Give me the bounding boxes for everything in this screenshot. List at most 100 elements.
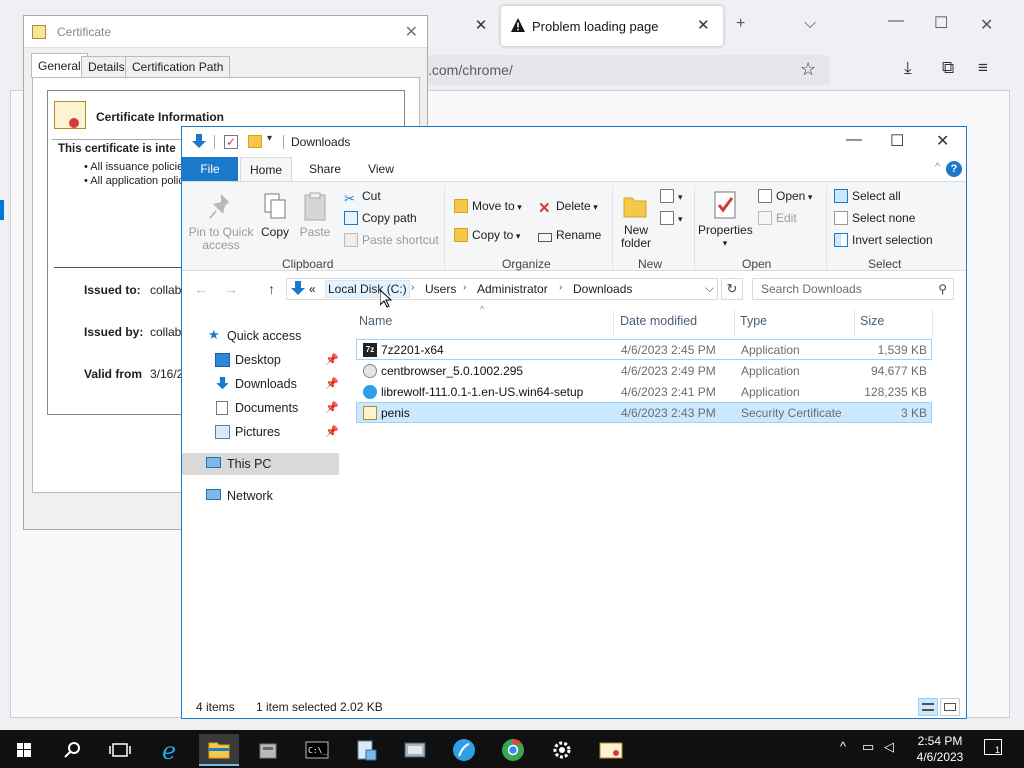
file-row[interactable]: librewolf-111.0.1-1.en-US.win64-setup 4/… xyxy=(356,381,932,402)
tab-list-chevron-icon[interactable]: ⌵ xyxy=(804,15,816,33)
system-clock[interactable]: 2:54 PM 4/6/2023 xyxy=(916,733,964,765)
pin-icon[interactable]: 📌 xyxy=(325,373,339,395)
breadcrumb-users[interactable]: Users xyxy=(425,282,456,296)
customize-toolbar-icon[interactable]: ▾ xyxy=(267,133,272,144)
move-to-button[interactable]: Move to xyxy=(454,198,522,214)
taskbar-notepad[interactable] xyxy=(346,734,386,766)
forward-arrow-icon[interactable]: → xyxy=(224,281,238,297)
column-header-name[interactable]: Name xyxy=(359,314,392,328)
help-icon[interactable]: ? xyxy=(946,161,962,177)
pin-icon[interactable]: 📌 xyxy=(325,397,339,419)
up-arrow-icon[interactable]: ↑ xyxy=(268,281,275,297)
copy-to-button[interactable]: Copy to xyxy=(454,227,520,243)
close-icon[interactable]: ✕ xyxy=(936,131,949,151)
file-row[interactable]: 7z 7z2201-x64 4/6/2023 2:45 PM Applicati… xyxy=(356,339,932,360)
tab-share[interactable]: Share xyxy=(300,157,350,181)
select-none-button[interactable]: Select none xyxy=(834,210,915,226)
downloads-icon[interactable]: ⤓ xyxy=(904,58,912,78)
url-bar[interactable]: .com/chrome/ xyxy=(420,55,830,85)
close-icon[interactable]: ✕ xyxy=(405,22,418,42)
tab-view[interactable]: View xyxy=(358,157,404,181)
delete-button[interactable]: ✕ Delete xyxy=(538,198,598,216)
nav-this-pc[interactable]: This PC xyxy=(182,453,339,475)
open-button[interactable]: Open xyxy=(758,188,812,204)
back-arrow-icon[interactable]: ← xyxy=(194,281,208,297)
tab-file[interactable]: File xyxy=(182,157,238,181)
breadcrumb-downloads[interactable]: Downloads xyxy=(573,282,632,296)
file-row[interactable]: centbrowser_5.0.1002.295 4/6/2023 2:49 P… xyxy=(356,360,932,381)
notification-center-icon[interactable]: 1 xyxy=(984,739,1002,755)
chevron-right-icon[interactable]: › xyxy=(559,282,562,293)
pin-to-quick-access-button[interactable]: Pin to Quick access xyxy=(188,192,254,252)
new-folder-button[interactable]: New folder xyxy=(618,190,652,250)
pin-icon[interactable]: 📌 xyxy=(325,349,339,371)
taskbar-settings[interactable] xyxy=(542,734,582,766)
chevron-down-icon[interactable]: ⌵ xyxy=(705,281,714,296)
taskbar-control-panel[interactable] xyxy=(395,734,435,766)
new-folder-icon[interactable] xyxy=(248,135,262,148)
minimize-icon[interactable]: — xyxy=(846,131,862,149)
large-icons-view-button[interactable] xyxy=(940,698,960,716)
edit-button[interactable]: Edit xyxy=(758,210,797,226)
volume-muted-icon[interactable]: ◁ xyxy=(884,739,894,755)
network-status-icon[interactable]: ▭ xyxy=(862,739,874,755)
chevron-right-icon[interactable]: › xyxy=(411,282,414,293)
new-item-button[interactable]: ▾ xyxy=(660,188,683,204)
taskbar-certificate[interactable] xyxy=(591,734,631,766)
address-overflow[interactable]: « xyxy=(309,282,316,296)
column-header-type[interactable]: Type xyxy=(740,314,767,328)
details-view-button[interactable] xyxy=(918,698,938,716)
taskbar-file-explorer[interactable] xyxy=(199,734,239,766)
nav-desktop[interactable]: Desktop 📌 xyxy=(182,349,339,371)
tab-certification-path[interactable]: Certification Path xyxy=(125,56,231,78)
tab-general[interactable]: General xyxy=(31,53,88,78)
properties-button[interactable]: Properties ▾ xyxy=(698,190,753,250)
nav-quick-access[interactable]: ★ Quick access xyxy=(182,325,339,347)
paste-button[interactable]: Paste xyxy=(298,192,332,239)
minimize-icon[interactable]: — xyxy=(888,12,904,30)
paste-shortcut-button[interactable]: Paste shortcut xyxy=(344,232,439,248)
refresh-button[interactable]: ↻ xyxy=(721,278,743,300)
maximize-icon[interactable]: ☐ xyxy=(934,13,948,33)
menu-icon[interactable]: ≡ xyxy=(978,58,988,78)
close-tab-icon[interactable]: ✕ xyxy=(472,17,490,35)
collapse-ribbon-icon[interactable]: ^ xyxy=(935,161,940,173)
search-input[interactable] xyxy=(761,282,931,296)
taskbar-server-manager[interactable] xyxy=(248,734,288,766)
taskbar-chrome[interactable] xyxy=(493,734,533,766)
address-bar[interactable]: « Local Disk (C:) › Users › Administrato… xyxy=(286,278,718,300)
easy-access-button[interactable]: ▾ xyxy=(660,210,683,226)
taskbar-librewolf[interactable] xyxy=(444,734,484,766)
extensions-icon[interactable]: ⧉ xyxy=(942,58,954,78)
properties-icon[interactable]: ✓ xyxy=(224,135,238,149)
cut-button[interactable]: ✂ Cut xyxy=(344,188,381,206)
show-hidden-icons-icon[interactable]: ^ xyxy=(840,739,846,754)
bookmark-star-icon[interactable]: ☆ xyxy=(800,59,816,80)
file-row-selected[interactable]: penis 4/6/2023 2:43 PM Security Certific… xyxy=(356,402,932,423)
browser-tab-active[interactable]: Problem loading page ✕ xyxy=(501,6,723,46)
column-header-size[interactable]: Size xyxy=(860,314,884,328)
pin-icon[interactable]: 📌 xyxy=(325,421,339,443)
nav-network[interactable]: Network xyxy=(182,485,339,507)
select-all-button[interactable]: Select all xyxy=(834,188,901,204)
breadcrumb-administrator[interactable]: Administrator xyxy=(477,282,548,296)
chevron-right-icon[interactable]: › xyxy=(463,282,466,293)
copy-button[interactable]: Copy xyxy=(258,192,292,239)
search-box[interactable]: ⚲ xyxy=(752,278,954,300)
nav-pictures[interactable]: Pictures 📌 xyxy=(182,421,339,443)
invert-selection-button[interactable]: Invert selection xyxy=(834,232,933,248)
breadcrumb-local-disk[interactable]: Local Disk (C:) xyxy=(325,280,410,298)
maximize-icon[interactable]: ☐ xyxy=(890,131,904,151)
new-tab-icon[interactable]: + xyxy=(736,15,745,33)
close-window-icon[interactable]: ✕ xyxy=(980,15,993,35)
start-button[interactable] xyxy=(4,734,44,766)
nav-downloads[interactable]: Downloads 📌 xyxy=(182,373,339,395)
column-header-date[interactable]: Date modified xyxy=(620,314,697,328)
search-button[interactable] xyxy=(52,734,92,766)
taskbar-command-prompt[interactable]: C:\_ xyxy=(297,734,337,766)
rename-button[interactable]: Rename xyxy=(538,227,601,243)
nav-documents[interactable]: Documents 📌 xyxy=(182,397,339,419)
taskbar-internet-explorer[interactable]: e xyxy=(150,734,190,766)
close-tab-icon[interactable]: ✕ xyxy=(697,16,710,34)
task-view-button[interactable] xyxy=(100,734,140,766)
